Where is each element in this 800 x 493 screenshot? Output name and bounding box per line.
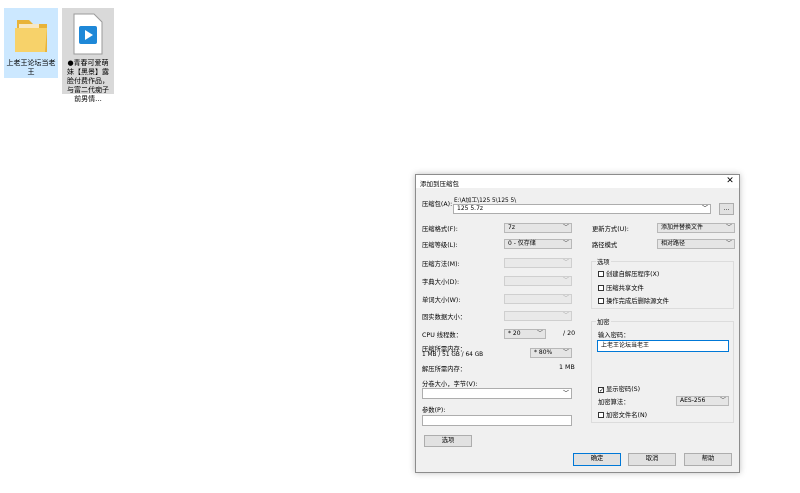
chevron-down-icon: ﹀ — [562, 240, 569, 247]
ok-button[interactable]: 确定 — [573, 453, 621, 466]
desktop-video-file-icon[interactable]: ●青春可爱萌妹【黑景】露脸付费作品，与富二代痴子前男情... — [62, 8, 114, 103]
path-mode-value: 相对路径 — [661, 240, 686, 247]
path-mode-select[interactable]: 相对路径 ﹀ — [657, 239, 735, 249]
options-group: 选项 创建自解压程序(X) 压缩共享文件 操作完成后删除源文件 — [591, 257, 734, 309]
format-label: 压缩格式(F): — [422, 226, 458, 233]
split-input[interactable]: ﹀ — [422, 388, 572, 399]
chevron-down-icon: ﹀ — [536, 330, 543, 337]
chevron-down-icon: ﹀ — [562, 277, 569, 284]
cancel-button[interactable]: 取消 — [628, 453, 676, 466]
update-select[interactable]: 添加并替换文件 ﹀ — [657, 223, 735, 233]
shared-checkbox[interactable]: 压缩共享文件 — [598, 283, 644, 292]
level-select[interactable]: 0 - 仅存储 ﹀ — [504, 239, 572, 249]
archive-name-input[interactable]: 125 5.7z ﹀ — [453, 204, 711, 214]
sfx-label: 创建自解压程序(X) — [606, 271, 660, 278]
update-label: 更新方式(U): — [592, 226, 629, 233]
encryption-group: 加密 输入密码： 上老王论坛当老王 ✓ 显示密码(S) 加密算法： AES-256… — [591, 317, 734, 423]
update-value: 添加并替换文件 — [661, 224, 704, 231]
level-value: 0 - 仅存储 — [508, 240, 536, 247]
cpu-select[interactable]: * 20 ﹀ — [504, 329, 546, 339]
shared-label: 压缩共享文件 — [606, 285, 644, 292]
sfx-checkbox[interactable]: 创建自解压程序(X) — [598, 269, 659, 278]
level-label: 压缩等级(L): — [422, 242, 458, 249]
checkbox-icon — [598, 285, 604, 291]
cpu-label: CPU 线程数： — [422, 332, 462, 339]
password-value: 上老王论坛当老王 — [601, 342, 650, 349]
cpu-value: * 20 — [508, 330, 521, 337]
checkbox-icon — [598, 298, 604, 304]
desktop-folder-icon[interactable]: 上老王论坛当老王 — [4, 8, 58, 78]
archive-label: 压缩包(A): — [422, 201, 453, 208]
browse-button[interactable]: ... — [719, 203, 734, 215]
show-password-label: 显示密码(S) — [606, 386, 641, 393]
chevron-down-icon: ﹀ — [562, 349, 569, 356]
checkbox-icon — [598, 271, 604, 277]
method-label: 压缩方法(M): — [422, 261, 460, 268]
close-icon[interactable]: ✕ — [724, 175, 736, 187]
encrypt-names-label: 加密文件名(N) — [606, 412, 648, 419]
params-input[interactable] — [422, 415, 572, 426]
chevron-down-icon: ﹀ — [725, 240, 732, 247]
chevron-down-icon[interactable]: ﹀ — [702, 205, 708, 213]
chevron-down-icon: ﹀ — [725, 224, 732, 231]
chevron-down-icon: ﹀ — [562, 259, 569, 266]
path-mode-label: 路径模式 — [592, 242, 618, 249]
password-input[interactable]: 上老王论坛当老王 — [597, 340, 729, 352]
word-label: 单词大小(W): — [422, 297, 461, 304]
cpu-total: / 20 — [563, 330, 576, 337]
decomp-value: 1 MB — [559, 364, 575, 371]
params-label: 参数(P): — [422, 407, 446, 414]
mem-detail: 1 MB / 51 GB / 64 GB — [422, 352, 484, 358]
checkbox-icon — [598, 412, 604, 418]
delete-source-label: 操作完成后删除源文件 — [606, 298, 669, 305]
archive-path-hint: E:\A加工\125 5\125 5\ — [454, 198, 517, 204]
dialog-title: 添加到压缩包 — [420, 180, 459, 188]
archive-name-value: 125 5.7z — [457, 205, 484, 212]
solid-select[interactable]: ﹀ — [504, 311, 572, 321]
solid-label: 固实数据大小： — [422, 314, 467, 321]
chevron-down-icon: ﹀ — [719, 397, 726, 404]
chevron-down-icon: ﹀ — [562, 295, 569, 302]
split-label: 分卷大小，字节(V): — [422, 381, 478, 388]
encryption-group-title: 加密 — [596, 317, 611, 326]
dict-select[interactable]: ﹀ — [504, 276, 572, 286]
enc-method-label: 加密算法： — [598, 399, 630, 406]
chevron-down-icon: ﹀ — [562, 312, 569, 319]
dialog-titlebar: 添加到压缩包 ✕ — [416, 175, 739, 188]
video-file-label: ●青春可爱萌妹【黑景】露脸付费作品，与富二代痴子前男情... — [67, 59, 109, 103]
mem-value: * 80% — [534, 349, 553, 356]
mem-select[interactable]: * 80% ﹀ — [530, 348, 572, 358]
decomp-label: 解压所需内存： — [422, 366, 467, 373]
enc-method-value: AES-256 — [680, 397, 706, 404]
video-file-icon — [73, 13, 103, 55]
folder-label: 上老王论坛当老王 — [6, 59, 56, 76]
encrypt-names-checkbox[interactable]: 加密文件名(N) — [598, 410, 647, 419]
add-to-archive-dialog: 添加到压缩包 ✕ 压缩包(A): E:\A加工\125 5\125 5\ 125… — [415, 174, 740, 473]
check-icon: ✓ — [598, 387, 605, 394]
folder-icon — [15, 20, 47, 52]
options-button[interactable]: 选项 — [424, 435, 472, 447]
delete-source-checkbox[interactable]: 操作完成后删除源文件 — [598, 296, 669, 305]
enc-method-select[interactable]: AES-256 ﹀ — [676, 396, 729, 406]
help-button[interactable]: 帮助 — [684, 453, 732, 466]
password-label: 输入密码： — [598, 332, 630, 339]
chevron-down-icon: ﹀ — [562, 224, 569, 231]
word-select[interactable]: ﹀ — [504, 294, 572, 304]
method-select[interactable]: ﹀ — [504, 258, 572, 268]
show-password-checkbox[interactable]: ✓ 显示密码(S) — [598, 384, 641, 394]
options-group-title: 选项 — [596, 257, 611, 266]
format-select[interactable]: 7z ﹀ — [504, 223, 572, 233]
dict-label: 字典大小(D): — [422, 279, 460, 286]
chevron-down-icon[interactable]: ﹀ — [563, 390, 569, 397]
format-value: 7z — [508, 224, 515, 231]
